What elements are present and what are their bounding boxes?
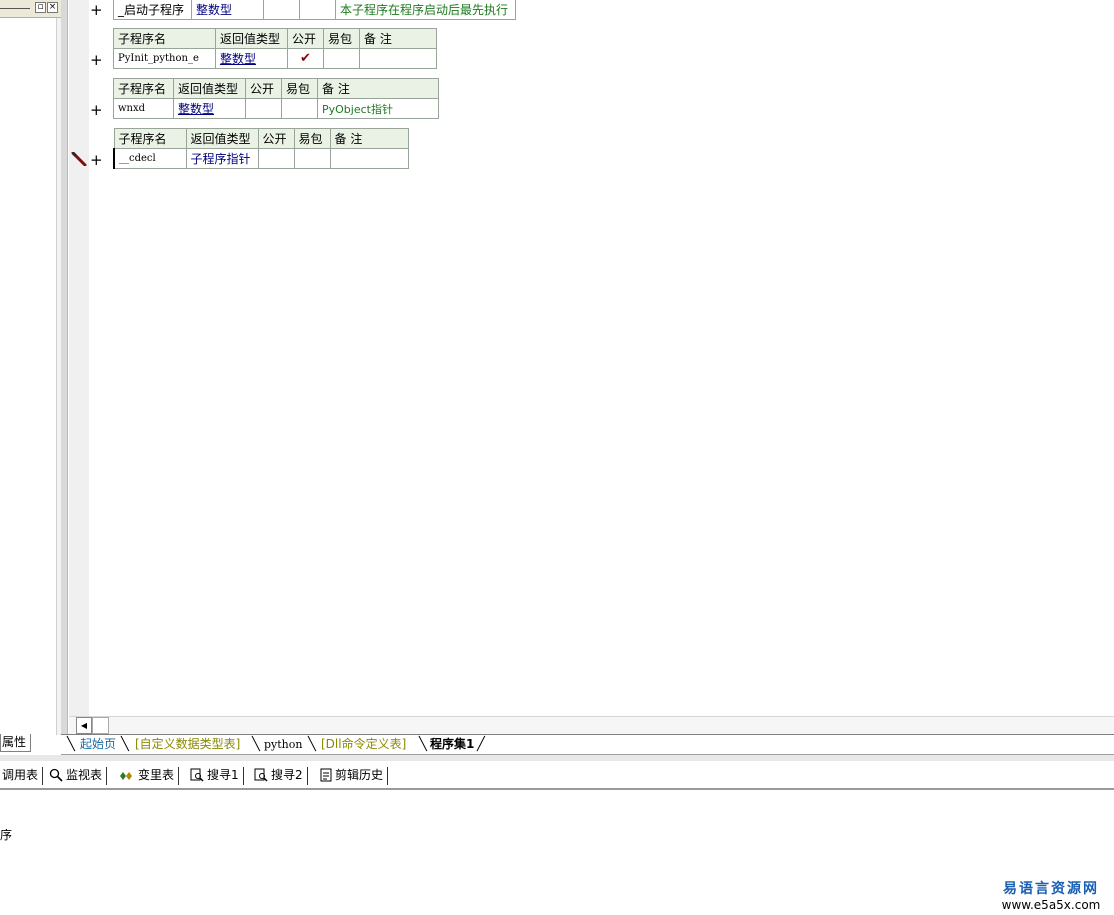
variable-table-label: 变里表 [138, 768, 175, 782]
header-return-type: 返回值类型 [215, 28, 288, 49]
variable-icon [120, 772, 132, 780]
watch-table-button[interactable]: 监视表 [49, 767, 108, 785]
call-table-button[interactable]: 调用表 [2, 767, 44, 785]
clip-history-label: 剪辑历史 [335, 768, 384, 782]
tab-separator: ╲ [252, 737, 260, 752]
table-header-row: 子程序名 返回值类型 公开 易包 备 注 [113, 28, 437, 49]
properties-tab[interactable]: 属性 [0, 734, 31, 752]
subroutine-name[interactable]: wnxd [113, 98, 174, 119]
remark-cell[interactable]: PyObject指针 [317, 98, 439, 119]
table-header-row: 子程序名 返回值类型 公开 易包 备 注 [113, 128, 409, 149]
search-doc-icon [254, 768, 268, 782]
subroutine-name[interactable]: __cdecl [113, 148, 187, 169]
public-cell[interactable] [245, 98, 282, 119]
tab-custom-data-types[interactable]: [自定义数据类型表] [135, 736, 240, 754]
call-table-label: 调用表 [2, 768, 39, 782]
horizontal-scrollbar[interactable]: ◀ [69, 716, 1114, 734]
output-text: 序 [0, 828, 13, 842]
return-type[interactable]: 整数型 [191, 0, 264, 20]
variable-table-button[interactable]: 变里表 [119, 767, 180, 785]
header-name: 子程序名 [113, 28, 216, 49]
header-return-type: 返回值类型 [173, 78, 246, 99]
public-cell[interactable] [263, 0, 300, 20]
magnifier-icon [49, 768, 63, 782]
search-doc-icon [190, 768, 204, 782]
subroutine-table: 子程序名 返回值类型 公开 易包 备 注 __cdecl 子程序指针 [113, 128, 409, 169]
header-name: 子程序名 [113, 128, 187, 149]
header-remark: 备 注 [329, 128, 409, 149]
header-easy: 易包 [323, 28, 360, 49]
tab-separator: ╱ [477, 737, 485, 752]
editor-marker-gutter [69, 0, 89, 716]
easy-package-cell[interactable] [299, 0, 336, 20]
return-type[interactable]: 子程序指针 [185, 148, 259, 169]
tab-program-set-1[interactable]: 程序集1 [430, 736, 474, 754]
return-type[interactable]: 整数型 [215, 48, 288, 69]
search1-label: 搜寻1 [207, 768, 239, 782]
remark-cell[interactable] [329, 148, 409, 169]
watch-table-label: 监视表 [66, 768, 103, 782]
header-remark: 备 注 [317, 78, 439, 99]
tab-python[interactable]: python [264, 736, 302, 754]
scroll-left-icon[interactable]: ◀ [76, 717, 92, 734]
header-easy: 易包 [281, 78, 318, 99]
tab-separator: ╲ [308, 737, 316, 752]
output-panel[interactable]: 序 [0, 790, 1114, 915]
easy-package-cell[interactable] [281, 98, 318, 119]
scroll-thumb[interactable] [92, 717, 109, 734]
tab-separator: ╲ [419, 737, 427, 752]
table-row: wnxd 整数型 PyObject指针 [113, 98, 439, 119]
easy-package-cell[interactable] [323, 48, 360, 69]
pencil-icon [71, 152, 87, 166]
header-public: 公开 [287, 28, 324, 49]
public-check-icon[interactable]: ✔ [287, 48, 324, 69]
expand-icon[interactable]: + [90, 103, 103, 118]
subroutine-table: 子程序名 返回值类型 公开 易包 备 注 PyInit_python_e 整数型… [113, 28, 437, 69]
subroutine-name[interactable]: PyInit_python_e [113, 48, 216, 69]
bottom-toolbar: 调用表 监视表 变里表 搜寻1 搜寻2 剪辑历史 [0, 761, 1114, 790]
subroutine-table: 子程序名 返回值类型 公开 易包 备 注 wnxd 整数型 PyObject指针 [113, 78, 439, 119]
clipboard-icon [320, 768, 332, 782]
table-row: PyInit_python_e 整数型 ✔ [113, 48, 437, 69]
restore-icon[interactable]: ▫ [35, 2, 46, 13]
table-header-row: 子程序名 返回值类型 公开 易包 备 注 [113, 78, 439, 99]
document-tab-strip: ╲ 起始页 ╲ [自定义数据类型表] ╲ python ╲ [Dll命令定义表]… [61, 734, 1114, 755]
left-panel-titlebar: ▫ × [0, 0, 61, 18]
tab-start-page[interactable]: 起始页 [80, 736, 116, 754]
header-public: 公开 [257, 128, 295, 149]
search2-button[interactable]: 搜寻2 [254, 767, 308, 785]
expand-icon[interactable]: + [90, 53, 103, 68]
return-type[interactable]: 整数型 [173, 98, 246, 119]
table-row: _启动子程序 整数型 本子程序在程序启动后最先执行 [113, 0, 516, 20]
startup-subroutine-table: _启动子程序 整数型 本子程序在程序启动后最先执行 [113, 0, 516, 20]
remark-cell[interactable] [359, 48, 437, 69]
expand-icon[interactable]: + [90, 3, 103, 18]
tab-separator: ╲ [121, 737, 129, 752]
easy-package-cell[interactable] [293, 148, 331, 169]
watermark-url: www.e5a5x.com [1001, 898, 1101, 912]
close-icon[interactable]: × [47, 2, 58, 13]
header-remark: 备 注 [359, 28, 437, 49]
watermark: 易语言资源网 www.e5a5x.com [996, 878, 1106, 912]
header-easy: 易包 [293, 128, 331, 149]
header-name: 子程序名 [113, 78, 174, 99]
search2-label: 搜寻2 [271, 768, 303, 782]
watermark-title: 易语言资源网 [1003, 881, 1099, 897]
clip-history-button[interactable]: 剪辑历史 [320, 767, 389, 785]
search1-button[interactable]: 搜寻1 [190, 767, 244, 785]
left-panel: ▫ × [0, 0, 61, 735]
tab-separator: ╲ [67, 737, 75, 752]
tab-dll-commands[interactable]: [Dll命令定义表] [321, 736, 406, 754]
header-return-type: 返回值类型 [185, 128, 259, 149]
public-cell[interactable] [257, 148, 295, 169]
remark-cell[interactable]: 本子程序在程序启动后最先执行 [335, 0, 516, 20]
titlebar-grip [0, 8, 30, 9]
header-public: 公开 [245, 78, 282, 99]
expand-icon[interactable]: + [90, 153, 103, 168]
table-row: __cdecl 子程序指针 [113, 148, 409, 169]
subroutine-name[interactable]: _启动子程序 [113, 0, 192, 20]
